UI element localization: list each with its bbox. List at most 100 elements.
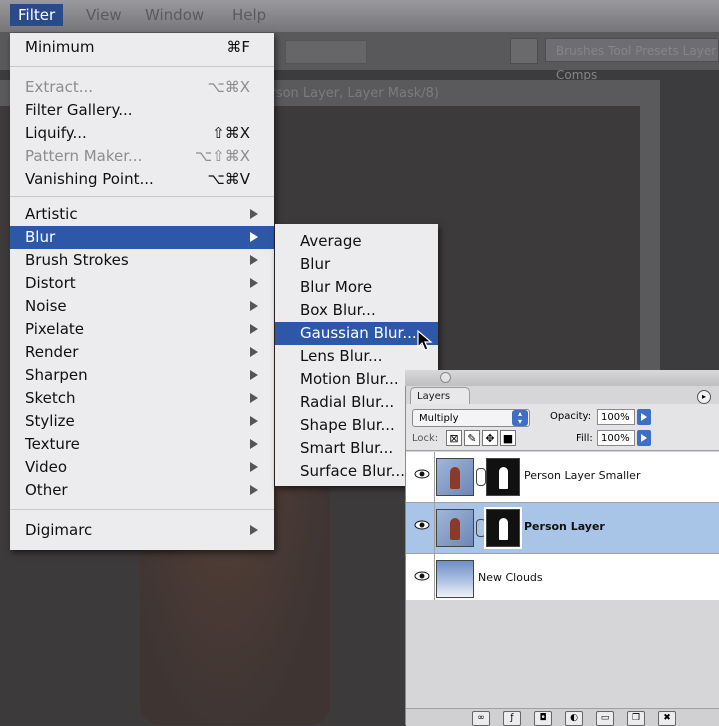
eye-icon[interactable] <box>414 468 430 480</box>
menu-item-label: Lens Blur... <box>300 347 383 365</box>
blend-mode-stepper-icon[interactable]: ▴ ▾ <box>512 410 528 426</box>
opacity-label: Opacity: <box>550 411 592 422</box>
menu-item-pixelate[interactable]: Pixelate <box>10 318 274 341</box>
layer-thumbnail[interactable] <box>436 509 474 547</box>
submenu-item-box-blur[interactable]: Box Blur... <box>275 299 438 322</box>
column-divider <box>434 554 435 604</box>
menu-item-label: Motion Blur... <box>300 370 399 388</box>
layer-thumbnail[interactable] <box>436 560 474 598</box>
menu-item-texture[interactable]: Texture <box>10 433 274 456</box>
menu-item-noise[interactable]: Noise <box>10 295 274 318</box>
menu-item-shortcut: ⌥⇧⌘X <box>194 147 250 165</box>
panel-close-icon[interactable] <box>440 372 451 383</box>
opacity-slider-button[interactable] <box>637 409 651 425</box>
layer-mask-thumbnail[interactable] <box>486 458 520 496</box>
new-group-icon[interactable]: ▭ <box>596 711 614 726</box>
layers-panel-titlebar[interactable] <box>405 370 719 386</box>
fill-input[interactable]: 100% <box>597 430 635 446</box>
menu-item-label: Digimarc <box>25 521 93 539</box>
mask-link-icon[interactable] <box>476 468 486 486</box>
add-mask-icon[interactable]: ◘ <box>534 711 552 726</box>
menu-item-label: Pixelate <box>25 320 84 338</box>
menu-item-shortcut: ⇧⌘X <box>212 124 250 142</box>
opacity-input[interactable]: 100% <box>597 409 635 425</box>
eye-icon[interactable] <box>414 570 430 582</box>
menu-item-label: Average <box>300 232 362 250</box>
mouse-cursor-icon <box>417 330 433 351</box>
link-layers-icon[interactable]: ∞ <box>472 711 490 726</box>
menu-item-last-filter[interactable]: Minimum ⌘F <box>10 36 274 59</box>
menu-item-label: Smart Blur... <box>300 439 394 457</box>
menu-item-shortcut: ⌘F <box>226 38 250 56</box>
submenu-item-lens-blur[interactable]: Lens Blur... <box>275 345 438 368</box>
submenu-arrow-icon <box>250 462 258 472</box>
fill-label: Fill: <box>576 433 593 444</box>
menu-item-blur[interactable]: Blur <box>10 226 274 249</box>
menu-item-brush-strokes[interactable]: Brush Strokes <box>10 249 274 272</box>
lock-all-icon[interactable]: ■ <box>500 430 516 446</box>
thumbnail-figure <box>450 467 460 489</box>
menu-item-pattern-maker[interactable]: Pattern Maker... ⌥⇧⌘X <box>10 145 274 168</box>
menu-item-distort[interactable]: Distort <box>10 272 274 295</box>
menu-item-label: Radial Blur... <box>300 393 395 411</box>
panel-menu-icon[interactable]: ▸ <box>697 390 711 404</box>
menu-item-label: Liquify... <box>25 124 87 142</box>
menu-item-liquify[interactable]: Liquify... ⇧⌘X <box>10 122 274 145</box>
menu-item-sketch[interactable]: Sketch <box>10 387 274 410</box>
menu-item-shortcut: ⌥⌘X <box>207 78 250 96</box>
tab-layers[interactable]: Layers <box>410 387 470 405</box>
submenu-item-gaussian-blur[interactable]: Gaussian Blur... <box>275 322 438 345</box>
menu-item-filter-gallery[interactable]: Filter Gallery... <box>10 99 274 122</box>
menu-item-label: Blur <box>25 228 56 246</box>
submenu-arrow-icon <box>250 485 258 495</box>
menu-item-label: Render <box>25 343 79 361</box>
lock-image-icon[interactable]: ✎ <box>464 430 480 446</box>
options-field[interactable] <box>285 40 367 64</box>
menu-view[interactable]: View <box>86 6 122 24</box>
fill-slider-button[interactable] <box>637 430 651 446</box>
trash-icon[interactable]: ✖ <box>658 711 676 726</box>
layer-row[interactable]: Person Layer Smaller <box>406 452 719 503</box>
new-layer-icon[interactable]: ❐ <box>627 711 645 726</box>
layer-name: Person Layer <box>524 520 605 533</box>
submenu-arrow-icon <box>250 232 258 242</box>
layer-thumbnail[interactable] <box>436 458 474 496</box>
submenu-arrow-icon <box>250 278 258 288</box>
menu-item-sharpen[interactable]: Sharpen <box>10 364 274 387</box>
menu-item-label: Blur <box>300 255 331 273</box>
submenu-item-blur[interactable]: Blur <box>275 253 438 276</box>
eye-icon[interactable] <box>414 519 430 531</box>
layer-row[interactable]: New Clouds <box>406 554 719 605</box>
menu-item-label: Gaussian Blur... <box>300 324 417 342</box>
palette-well-dropdown[interactable]: Brushes Tool Presets Layer Comps <box>545 38 719 82</box>
layer-mask-thumbnail[interactable] <box>484 507 522 549</box>
submenu-item-blur-more[interactable]: Blur More <box>275 276 438 299</box>
menu-help[interactable]: Help <box>232 6 266 24</box>
menu-item-stylize[interactable]: Stylize <box>10 410 274 433</box>
menu-separator <box>10 509 274 510</box>
submenu-arrow-icon <box>250 324 258 334</box>
lock-position-icon[interactable]: ✥ <box>482 430 498 446</box>
menu-item-vanishing-point[interactable]: Vanishing Point... ⌥⌘V <box>10 168 274 191</box>
mask-link-icon[interactable] <box>476 519 486 537</box>
menu-item-digimarc[interactable]: Digimarc <box>10 519 274 542</box>
menu-item-label: Box Blur... <box>300 301 376 319</box>
menu-window[interactable]: Window <box>145 6 204 24</box>
lock-transparency-icon[interactable]: ⊠ <box>446 430 462 446</box>
palette-well-icon[interactable] <box>510 38 538 64</box>
layers-empty-area[interactable] <box>406 600 719 708</box>
adjustment-layer-icon[interactable]: ◐ <box>565 711 583 726</box>
menu-filter[interactable]: Filter <box>10 4 64 26</box>
submenu-item-average[interactable]: Average <box>275 230 438 253</box>
menu-item-label: Brush Strokes <box>25 251 129 269</box>
menu-item-other[interactable]: Other <box>10 479 274 502</box>
menu-item-video[interactable]: Video <box>10 456 274 479</box>
menu-item-render[interactable]: Render <box>10 341 274 364</box>
layer-style-icon[interactable]: ƒ <box>503 711 521 726</box>
layer-row-selected[interactable]: Person Layer <box>406 503 719 554</box>
lock-label: Lock: <box>412 433 439 444</box>
menu-item-label: Video <box>25 458 68 476</box>
menu-item-extract[interactable]: Extract... ⌥⌘X <box>10 76 274 99</box>
menu-item-artistic[interactable]: Artistic <box>10 203 274 226</box>
mask-figure <box>499 467 508 489</box>
